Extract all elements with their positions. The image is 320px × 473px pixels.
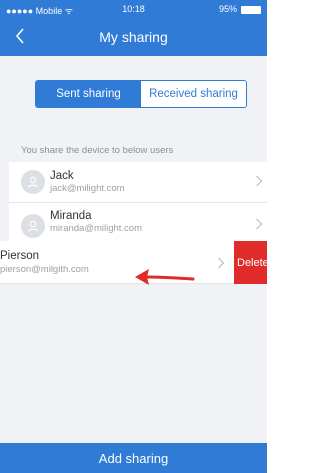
user-name: Jack xyxy=(50,170,74,182)
page-title: My sharing xyxy=(99,29,168,45)
add-sharing-button[interactable]: Add sharing xyxy=(0,443,267,473)
user-email: pierson@milgith.com xyxy=(0,264,89,275)
section-label: You share the device to below users xyxy=(21,145,174,156)
divider xyxy=(0,283,234,284)
chevron-right-icon xyxy=(255,218,263,230)
battery-percent: 95% xyxy=(218,4,237,14)
tab-received-sharing[interactable]: Received sharing xyxy=(141,81,246,107)
app-header: ●●●●● Mobile ᯤ 10:18 95% My sharing xyxy=(0,0,267,56)
list-item-jack[interactable]: Jack jack@milight.com xyxy=(9,162,267,198)
avatar xyxy=(21,214,45,238)
divider xyxy=(9,202,267,203)
sharing-tab-switcher: Sent sharing Received sharing xyxy=(35,80,247,108)
user-name: Miranda xyxy=(50,210,92,222)
user-name: Pierson xyxy=(0,250,39,262)
swipe-left-arrow-icon xyxy=(135,269,195,285)
delete-button[interactable]: Delete xyxy=(234,241,267,284)
avatar xyxy=(21,170,45,194)
list-item-pierson[interactable]: Pierson pierson@milgith.com xyxy=(0,241,234,284)
chevron-right-icon xyxy=(217,257,225,269)
tab-sent-sharing[interactable]: Sent sharing xyxy=(36,81,141,107)
status-bar: ●●●●● Mobile ᯤ 10:18 95% xyxy=(0,0,267,18)
user-icon xyxy=(27,176,39,188)
battery-icon xyxy=(241,6,261,14)
list-item-miranda[interactable]: Miranda miranda@milight.com xyxy=(9,206,267,242)
user-email: miranda@milight.com xyxy=(50,223,143,234)
user-icon xyxy=(27,220,39,232)
chevron-right-icon xyxy=(255,175,263,187)
user-email: jack@milight.com xyxy=(50,183,125,194)
